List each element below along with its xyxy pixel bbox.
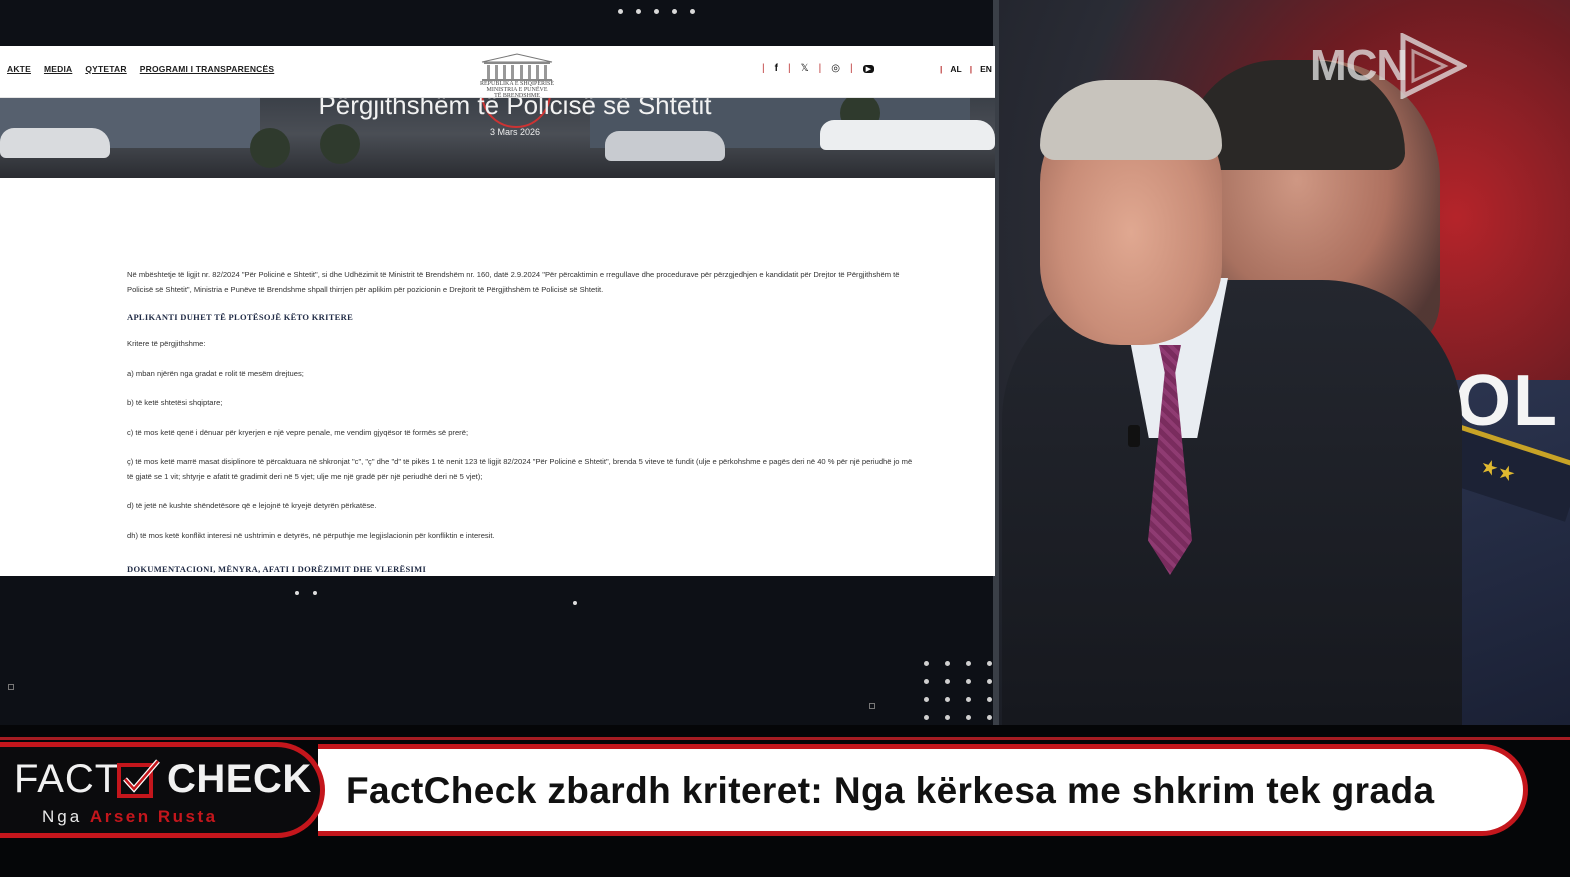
nav-link-media[interactable]: MEDIA <box>44 64 72 74</box>
document-intro: Në mbështetje të ligjit nr. 82/2024 "Për… <box>127 270 900 294</box>
decorative-dot-grid <box>924 661 993 720</box>
channel-logo: MCN <box>1310 33 1468 99</box>
building-emblem-icon <box>481 53 553 81</box>
byline-name: Arsen Rusta <box>89 807 218 826</box>
hero-car <box>0 128 110 158</box>
hero-car <box>605 131 725 161</box>
factcheck-brand-fact: FACT <box>14 757 121 801</box>
ministry-logo[interactable]: REPUBLIKA E SHQIPËRISË MINISTRIA E PUNËV… <box>478 52 556 99</box>
headline-text: FactCheck zbardh kriteret: Nga kërkesa m… <box>346 770 1435 811</box>
factcheck-brand-check: CHECK <box>167 757 312 801</box>
lapel-mic-icon <box>1128 425 1140 447</box>
document-item: d) të jetë në kushte shëndetësore që e l… <box>127 501 377 510</box>
facebook-icon[interactable]: f <box>775 63 778 74</box>
site-navbar: AKTE MEDIA QYTETAR PROGRAMI I TRANSPAREN… <box>0 46 995 99</box>
play-triangle-logo-icon <box>1400 33 1468 99</box>
decorative-square <box>8 684 14 690</box>
instagram-icon[interactable]: ◎ <box>831 63 840 74</box>
document-item: a) mban njërën nga gradat e rolit të mes… <box>127 368 304 378</box>
ministry-logo-text: REPUBLIKA E SHQIPËRISË MINISTRIA E PUNËV… <box>479 81 554 99</box>
decorative-spark <box>313 591 317 595</box>
hero-tree <box>320 124 360 164</box>
hero-tree <box>250 128 290 168</box>
x-twitter-icon[interactable]: 𝕏 <box>801 63 809 74</box>
document-item: b) të ketë shtetësi shqiptare; <box>127 398 223 407</box>
article-title: Përgjithshëm të Policisë së Shtetit <box>318 98 712 120</box>
document-item: dh) të mos ketë konflikt interesi në ush… <box>127 530 495 540</box>
lang-en[interactable]: EN <box>980 64 992 74</box>
document-body: Në mbështetje të ligjit nr. 82/2024 "Për… <box>127 268 917 558</box>
language-switch: | AL | EN <box>940 64 992 74</box>
article-date: 3 Mars 2026 <box>489 127 541 137</box>
nav-link-transparency[interactable]: PROGRAMI I TRANSPARENCËS <box>140 64 275 74</box>
site-nav-links: AKTE MEDIA QYTETAR PROGRAMI I TRANSPAREN… <box>7 64 274 74</box>
social-links: | f | 𝕏 | ◎ | ▶ <box>762 63 874 74</box>
lang-al[interactable]: AL <box>950 64 961 74</box>
nav-link-akte[interactable]: AKTE <box>7 64 31 74</box>
hero-car <box>820 120 995 150</box>
lower-third-accent-line <box>0 737 1570 740</box>
article-hero: Përgjithshëm të Policisë së Shtetit 3 Ma… <box>0 98 995 178</box>
decorative-dots <box>618 9 695 14</box>
nav-link-qytetar[interactable]: QYTETAR <box>85 64 126 74</box>
factcheck-byline: Nga Arsen Rusta <box>42 807 218 827</box>
decorative-spark <box>573 601 577 605</box>
document-heading-clip: DOKUMENTACIONI, MËNYRA, AFATI I DORËZIMI… <box>127 564 927 575</box>
byline-prefix: Nga <box>42 807 90 826</box>
youtube-icon[interactable]: ▶ <box>862 64 874 73</box>
document-heading-criteria: APLIKANTI DUHET TË PLOTËSOJË KËTO KRITER… <box>127 312 354 322</box>
document-item: ç) të mos ketë marrë masat disiplinore t… <box>127 457 913 481</box>
guest-suit <box>1002 280 1462 725</box>
decorative-square <box>869 703 875 709</box>
document-subheading: Kritere të përgjithshme: <box>127 339 206 348</box>
decorative-spark <box>295 591 299 595</box>
channel-logo-text: MCN <box>1310 41 1408 90</box>
guest-hair <box>1040 80 1222 160</box>
document-item: c) të mos ketë qenë i dënuar për kryerje… <box>127 427 469 437</box>
document-heading-documentation: DOKUMENTACIONI, MËNYRA, AFATI I DORËZIMI… <box>127 564 427 574</box>
checkmark-box-icon <box>117 759 160 798</box>
